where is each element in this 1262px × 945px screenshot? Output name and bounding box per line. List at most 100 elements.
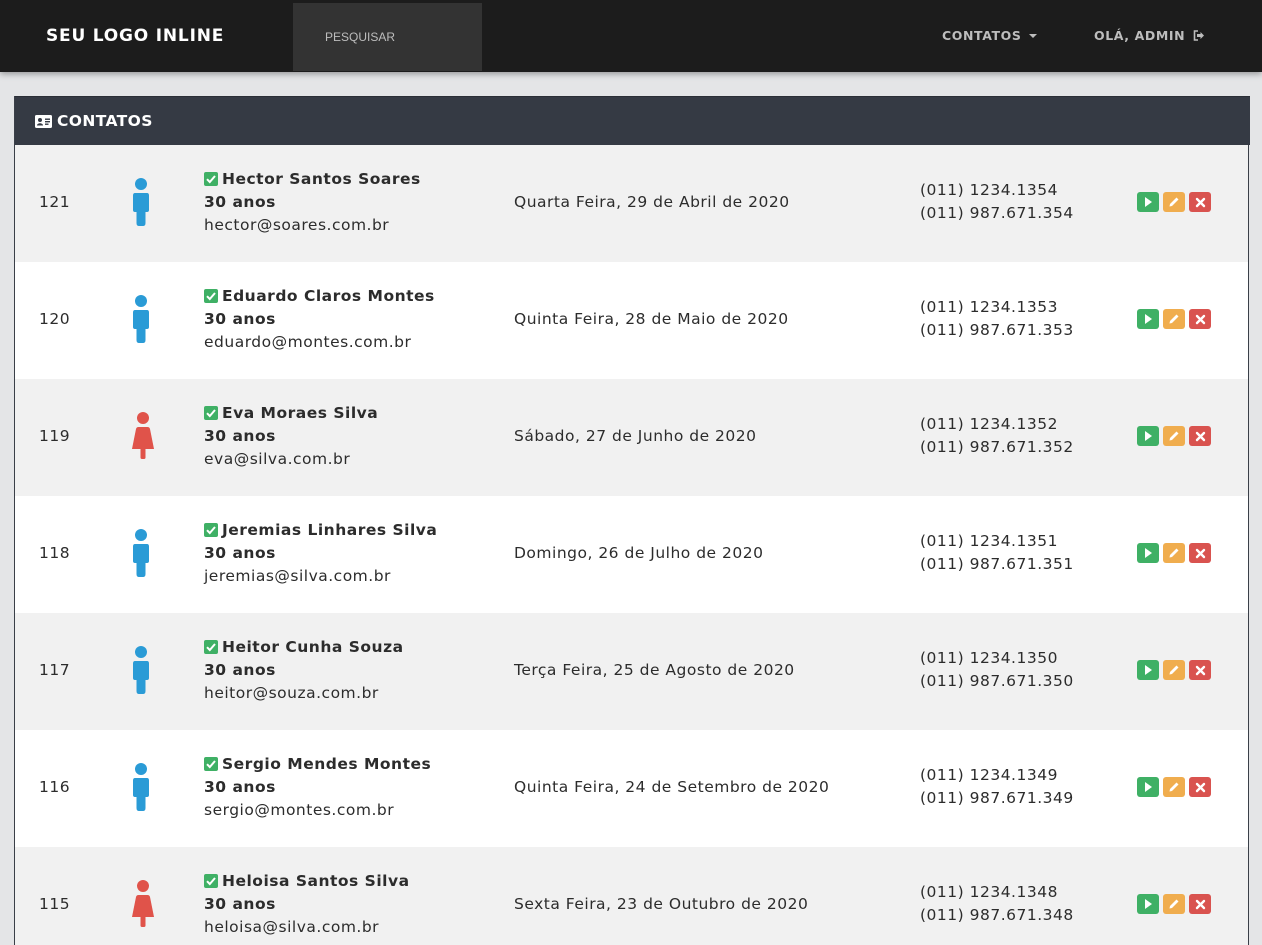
edit-button[interactable]: [1163, 192, 1185, 212]
panel-title-label: CONTATOS: [57, 112, 153, 130]
delete-button[interactable]: [1189, 426, 1211, 446]
check-square-icon: [204, 406, 218, 420]
brand-logo[interactable]: SEU LOGO INLINE: [46, 26, 224, 46]
play-icon: [1145, 431, 1152, 441]
delete-button[interactable]: [1189, 543, 1211, 563]
row-actions: [1137, 660, 1211, 680]
contact-mobile: (011) 987.671.348: [920, 906, 1074, 924]
contact-phone: (011) 1234.1353: [920, 298, 1058, 316]
row-actions: [1137, 543, 1211, 563]
contact-name: Heitor Cunha Souza: [204, 638, 404, 656]
close-icon: [1195, 314, 1205, 324]
close-icon: [1195, 197, 1205, 207]
contact-id: 118: [39, 544, 71, 562]
view-button[interactable]: [1137, 426, 1159, 446]
female-user-icon: [131, 880, 155, 932]
pencil-icon: [1169, 665, 1179, 675]
contact-email: heitor@souza.com.br: [204, 684, 379, 702]
contact-name: Heloisa Santos Silva: [204, 872, 410, 890]
pencil-icon: [1169, 314, 1179, 324]
contact-id: 119: [39, 427, 71, 445]
play-icon: [1145, 665, 1152, 675]
view-button[interactable]: [1137, 543, 1159, 563]
table-row: 120 Eduardo Claros Montes 30 anos eduard…: [15, 262, 1248, 379]
play-icon: [1145, 314, 1152, 324]
contact-name: Hector Santos Soares: [204, 170, 421, 188]
view-button[interactable]: [1137, 777, 1159, 797]
greeting-label: OLÁ, ADMIN: [1094, 28, 1186, 43]
contact-id: 115: [39, 895, 71, 913]
contact-phone: (011) 1234.1350: [920, 649, 1058, 667]
contact-phone: (011) 1234.1354: [920, 181, 1058, 199]
delete-button[interactable]: [1189, 192, 1211, 212]
delete-button[interactable]: [1189, 309, 1211, 329]
edit-button[interactable]: [1163, 660, 1185, 680]
check-square-icon: [204, 640, 218, 654]
contact-name: Eva Moraes Silva: [204, 404, 378, 422]
male-user-icon: [131, 646, 151, 698]
male-user-icon: [131, 763, 151, 815]
table-row: 119 Eva Moraes Silva 30 anos eva@silva.c…: [15, 379, 1248, 496]
pencil-icon: [1169, 548, 1179, 558]
contact-phone: (011) 1234.1348: [920, 883, 1058, 901]
contact-name: Sergio Mendes Montes: [204, 755, 431, 773]
row-actions: [1137, 894, 1211, 914]
contact-name-text: Sergio Mendes Montes: [222, 755, 432, 773]
check-square-icon: [204, 289, 218, 303]
contact-age: 30 anos: [204, 427, 276, 445]
view-button[interactable]: [1137, 894, 1159, 914]
contact-mobile: (011) 987.671.349: [920, 789, 1074, 807]
check-square-icon: [204, 757, 218, 771]
female-user-icon: [131, 412, 155, 464]
search-input[interactable]: [293, 3, 482, 71]
male-user-icon: [131, 178, 151, 230]
play-icon: [1145, 782, 1152, 792]
row-actions: [1137, 192, 1211, 212]
edit-button[interactable]: [1163, 309, 1185, 329]
edit-button[interactable]: [1163, 543, 1185, 563]
contact-mobile: (011) 987.671.351: [920, 555, 1074, 573]
close-icon: [1195, 665, 1205, 675]
contact-email: eva@silva.com.br: [204, 450, 351, 468]
play-icon: [1145, 197, 1152, 207]
contact-email: jeremias@silva.com.br: [204, 567, 391, 585]
contacts-panel: CONTATOS 121 Hector Santos Soares 30 ano…: [14, 96, 1250, 945]
contact-name-text: Eduardo Claros Montes: [222, 287, 435, 305]
contact-date: Sexta Feira, 23 de Outubro de 2020: [514, 895, 809, 913]
edit-button[interactable]: [1163, 777, 1185, 797]
delete-button[interactable]: [1189, 777, 1211, 797]
contact-name: Eduardo Claros Montes: [204, 287, 435, 305]
male-user-icon: [131, 295, 151, 347]
top-navbar: SEU LOGO INLINE CONTATOS OLÁ, ADMIN: [0, 0, 1262, 72]
table-row: 115 Heloisa Santos Silva 30 anos heloisa…: [15, 847, 1248, 945]
close-icon: [1195, 548, 1205, 558]
sign-out-icon: [1193, 30, 1205, 41]
pencil-icon: [1169, 782, 1179, 792]
view-button[interactable]: [1137, 192, 1159, 212]
admin-logout-link[interactable]: OLÁ, ADMIN: [1094, 28, 1205, 43]
contacts-menu-label: CONTATOS: [942, 28, 1022, 43]
contact-name-text: Hector Santos Soares: [222, 170, 421, 188]
contact-email: hector@soares.com.br: [204, 216, 390, 234]
check-square-icon: [204, 874, 218, 888]
contacts-menu-dropdown[interactable]: CONTATOS: [942, 28, 1038, 43]
contact-mobile: (011) 987.671.354: [920, 204, 1074, 222]
contact-age: 30 anos: [204, 778, 276, 796]
caret-down-icon: [1029, 34, 1038, 38]
view-button[interactable]: [1137, 660, 1159, 680]
panel-title: CONTATOS: [35, 112, 153, 130]
contact-date: Quinta Feira, 24 de Setembro de 2020: [514, 778, 830, 796]
edit-button[interactable]: [1163, 894, 1185, 914]
edit-button[interactable]: [1163, 426, 1185, 446]
delete-button[interactable]: [1189, 660, 1211, 680]
delete-button[interactable]: [1189, 894, 1211, 914]
contact-email: sergio@montes.com.br: [204, 801, 395, 819]
close-icon: [1195, 782, 1205, 792]
contact-date: Terça Feira, 25 de Agosto de 2020: [514, 661, 795, 679]
close-icon: [1195, 431, 1205, 441]
contact-age: 30 anos: [204, 310, 276, 328]
view-button[interactable]: [1137, 309, 1159, 329]
contact-age: 30 anos: [204, 661, 276, 679]
contact-mobile: (011) 987.671.352: [920, 438, 1074, 456]
contact-name-text: Eva Moraes Silva: [222, 404, 379, 422]
